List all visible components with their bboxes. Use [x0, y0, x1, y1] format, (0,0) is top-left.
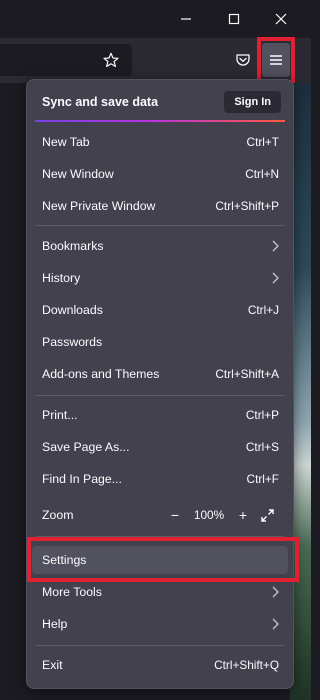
sync-divider — [35, 120, 285, 122]
menu-item-passwords[interactable]: Passwords — [32, 328, 288, 356]
menu-item-save-page-as[interactable]: Save Page As... Ctrl+S — [32, 433, 288, 461]
minimize-button[interactable] — [171, 6, 201, 32]
settings-highlight — [27, 537, 299, 582]
fullscreen-button[interactable] — [255, 508, 279, 522]
sync-section: Sync and save data Sign In — [42, 90, 281, 114]
zoom-controls: − 100% + — [163, 507, 279, 523]
menu-item-label: History — [42, 271, 81, 285]
menu-item-label: Save Page As... — [42, 440, 130, 454]
fullscreen-icon — [260, 508, 274, 522]
maximize-button[interactable] — [219, 6, 249, 32]
menu-item-shortcut: Ctrl+Shift+A — [215, 367, 279, 381]
menu-item-label: Print... — [42, 408, 78, 422]
menu-separator — [35, 645, 285, 646]
menu-item-label: Add-ons and Themes — [42, 367, 160, 381]
bookmark-star-button[interactable] — [97, 46, 125, 74]
menu-item-shortcut: Ctrl+J — [247, 303, 279, 317]
minimize-icon — [181, 18, 191, 20]
menu-item-addons-themes[interactable]: Add-ons and Themes Ctrl+Shift+A — [32, 360, 288, 388]
sync-title: Sync and save data — [42, 95, 159, 109]
menu-item-bookmarks[interactable]: Bookmarks — [32, 232, 288, 260]
menu-item-label: Help — [42, 617, 68, 631]
menu-item-history[interactable]: History — [32, 264, 288, 292]
menu-item-label: Passwords — [42, 335, 103, 349]
maximize-icon — [228, 13, 240, 25]
menu-separator — [35, 225, 285, 226]
menu-item-label: Downloads — [42, 303, 103, 317]
zoom-out-button[interactable]: − — [163, 507, 187, 523]
chevron-right-icon — [267, 618, 279, 630]
menu-item-shortcut: Ctrl+S — [245, 440, 279, 454]
chevron-right-icon — [267, 272, 279, 284]
menu-item-new-window[interactable]: New Window Ctrl+N — [32, 160, 288, 188]
close-icon — [275, 13, 287, 25]
menu-item-more-tools[interactable]: More Tools — [32, 578, 288, 606]
menu-item-label: Zoom — [42, 508, 74, 522]
menu-item-shortcut: Ctrl+F — [246, 472, 279, 486]
menu-item-new-private-window[interactable]: New Private Window Ctrl+Shift+P — [32, 192, 288, 220]
pocket-icon — [236, 54, 250, 66]
menu-item-label: New Tab — [42, 135, 90, 149]
star-icon — [103, 52, 119, 68]
menu-item-label: New Private Window — [42, 199, 156, 213]
menu-item-find-in-page[interactable]: Find In Page... Ctrl+F — [32, 465, 288, 493]
sign-in-button[interactable]: Sign In — [224, 91, 281, 113]
menu-item-label: New Window — [42, 167, 114, 181]
zoom-reset-button[interactable]: 100% — [187, 508, 231, 522]
menu-item-shortcut: Ctrl+T — [246, 135, 279, 149]
app-menu-panel: Sync and save data Sign In New Tab Ctrl+… — [26, 79, 294, 689]
window-titlebar — [0, 0, 311, 38]
menu-item-label: Find In Page... — [42, 472, 122, 486]
menu-item-label: More Tools — [42, 585, 102, 599]
menu-item-label: Bookmarks — [42, 239, 104, 253]
menu-item-shortcut: Ctrl+P — [245, 408, 279, 422]
menu-item-shortcut: Ctrl+N — [245, 167, 279, 181]
menu-button-highlight — [257, 37, 295, 84]
zoom-in-button[interactable]: + — [231, 507, 255, 523]
menu-item-print[interactable]: Print... Ctrl+P — [32, 401, 288, 429]
pocket-button[interactable] — [229, 46, 257, 74]
menu-item-zoom: Zoom − 100% + — [32, 501, 288, 529]
chevron-right-icon — [267, 586, 279, 598]
menu-item-help[interactable]: Help — [32, 610, 288, 638]
menu-item-shortcut: Ctrl+Shift+P — [215, 199, 279, 213]
menu-item-exit[interactable]: Exit Ctrl+Shift+Q — [32, 651, 288, 679]
menu-item-downloads[interactable]: Downloads Ctrl+J — [32, 296, 288, 324]
close-window-button[interactable] — [266, 6, 296, 32]
menu-item-label: Exit — [42, 658, 63, 672]
menu-item-new-tab[interactable]: New Tab Ctrl+T — [32, 128, 288, 156]
menu-item-shortcut: Ctrl+Shift+Q — [214, 658, 279, 672]
chevron-right-icon — [267, 240, 279, 252]
menu-separator — [35, 395, 285, 396]
